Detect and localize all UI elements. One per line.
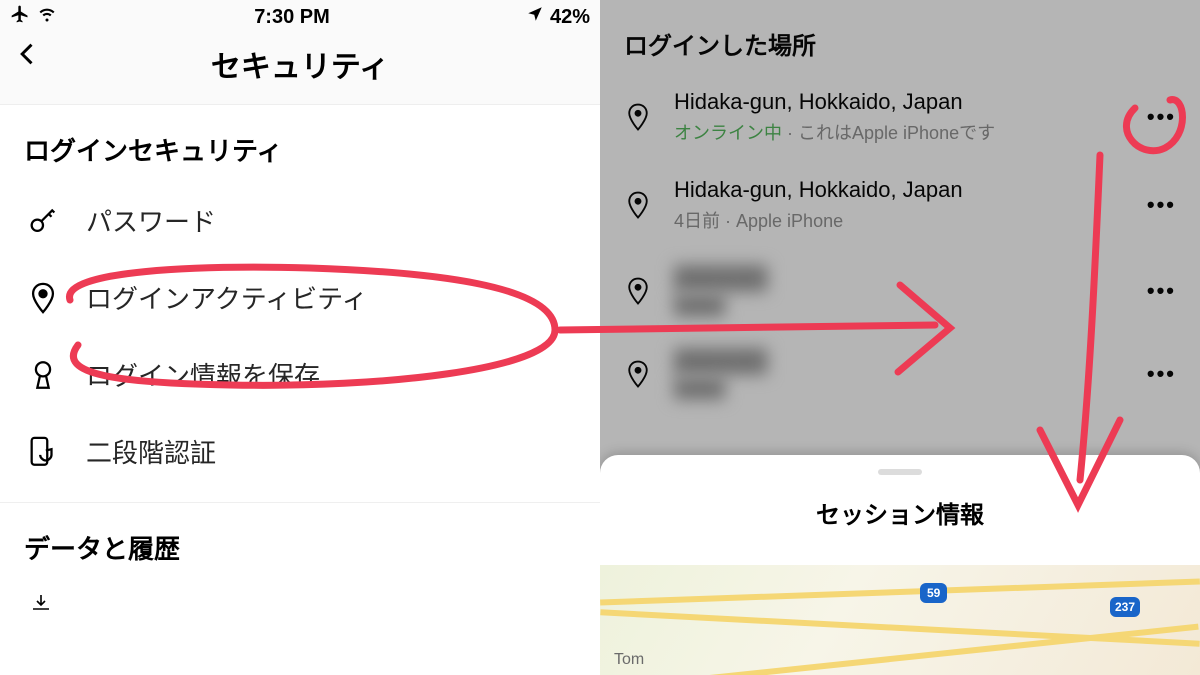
session-device: これはApple iPhoneです: [798, 123, 995, 143]
phone-shield-icon: [24, 435, 62, 469]
session-status: ████: [674, 295, 768, 316]
location-services-icon: [526, 5, 544, 29]
status-time: 7:30 PM: [254, 6, 330, 29]
wifi-icon: [36, 5, 58, 29]
session-device: Apple iPhone: [736, 211, 843, 231]
map-preview[interactable]: 59 237 Tom: [600, 565, 1200, 675]
keyhole-icon: [24, 358, 62, 392]
session-location: ██████: [674, 265, 768, 291]
download-icon: [24, 592, 58, 621]
item-login-activity[interactable]: ログインアクティビティ: [0, 259, 600, 336]
session-row-redacted[interactable]: ██████ ████ •••: [600, 332, 1200, 415]
more-icon[interactable]: •••: [1147, 278, 1176, 304]
session-row[interactable]: Hidaka-gun, Hokkaido, Japan 4日前 · Apple …: [600, 161, 1200, 249]
session-location: Hidaka-gun, Hokkaido, Japan: [674, 177, 963, 203]
status-bar: 7:30 PM 42%: [0, 0, 600, 30]
item-label: ログインアクティビティ: [86, 279, 368, 316]
location-pin-icon: [24, 281, 62, 315]
item-label: ログイン情報を保存: [86, 356, 320, 393]
session-location: ██████: [674, 348, 768, 374]
section-data-history: データと履歴: [0, 503, 600, 580]
back-button[interactable]: [14, 40, 42, 73]
more-icon[interactable]: •••: [1147, 104, 1176, 130]
item-password[interactable]: パスワード: [0, 182, 600, 259]
location-pin-icon: [620, 102, 656, 132]
item-label: 二段階認証: [86, 433, 216, 470]
session-status: ████: [674, 378, 768, 399]
session-status: 4日前: [674, 211, 720, 231]
nav-header: セキュリティ: [0, 30, 600, 105]
login-activity-screen: ログインした場所 Hidaka-gun, Hokkaido, Japan オンラ…: [600, 0, 1200, 675]
location-pin-icon: [620, 359, 656, 389]
more-icon[interactable]: •••: [1147, 192, 1176, 218]
session-location: Hidaka-gun, Hokkaido, Japan: [674, 89, 995, 115]
sheet-title: セッション情報: [600, 495, 1200, 530]
item-save-login[interactable]: ログイン情報を保存: [0, 336, 600, 413]
route-shield: 237: [1110, 597, 1140, 617]
security-settings-screen: 7:30 PM 42% セキュリティ ログインセキュリティ パスワード ログイン…: [0, 0, 600, 675]
item-two-factor[interactable]: 二段階認証: [0, 413, 600, 490]
login-locations-title: ログインした場所: [600, 0, 1200, 73]
session-row[interactable]: Hidaka-gun, Hokkaido, Japan オンライン中 · これは…: [600, 73, 1200, 161]
map-city-label: Tom: [614, 651, 644, 669]
page-title: セキュリティ: [14, 42, 586, 86]
session-status: オンライン中: [674, 123, 782, 143]
location-pin-icon: [620, 190, 656, 220]
status-battery: 42%: [550, 6, 590, 29]
airplane-mode-icon: [10, 4, 30, 30]
more-icon[interactable]: •••: [1147, 361, 1176, 387]
item-label: パスワード: [86, 202, 216, 239]
route-shield: 59: [920, 583, 947, 603]
location-pin-icon: [620, 276, 656, 306]
sheet-handle[interactable]: [878, 469, 922, 475]
item-truncated[interactable]: [0, 580, 600, 621]
section-login-security: ログインセキュリティ: [0, 105, 600, 182]
session-info-sheet[interactable]: セッション情報 59 237 Tom: [600, 455, 1200, 675]
session-row-redacted[interactable]: ██████ ████ •••: [600, 249, 1200, 332]
key-icon: [24, 204, 62, 238]
